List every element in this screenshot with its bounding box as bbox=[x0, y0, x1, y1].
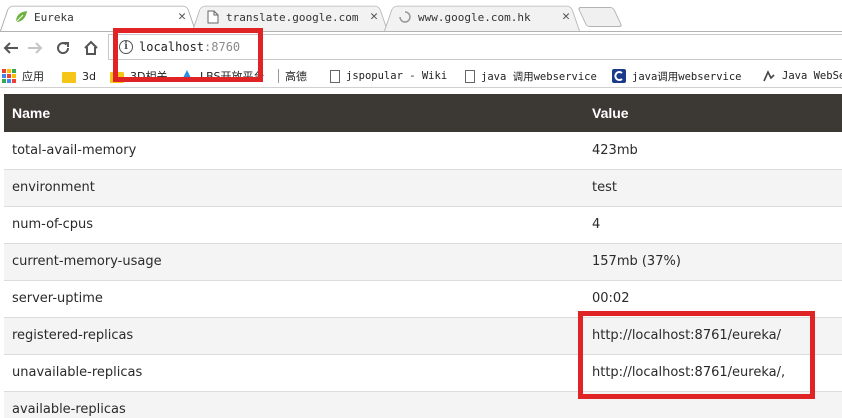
page-icon bbox=[206, 10, 220, 24]
bookmark-jspopular[interactable]: jspopular - Wiki bbox=[330, 67, 447, 85]
bookmark-gaode[interactable]: 高德 bbox=[285, 67, 307, 85]
table-row: total-avail-memory 423mb bbox=[4, 132, 842, 170]
page-icon bbox=[330, 69, 340, 83]
bookmark-java-webservice[interactable]: java 调用webservice bbox=[465, 67, 597, 85]
table-row: registered-replicas http://localhost:876… bbox=[4, 317, 842, 355]
tab-label: Eureka bbox=[34, 10, 74, 24]
tab-label: translate.google.com bbox=[226, 10, 359, 24]
tab-translate[interactable]: translate.google.com ✕ bbox=[192, 3, 388, 31]
row-name: unavailable-replicas bbox=[4, 354, 584, 392]
bookmark-java-webservice-2[interactable]: java调用webservice bbox=[612, 67, 742, 85]
row-value: 157mb (37%) bbox=[584, 243, 842, 281]
table-row: unavailable-replicas http://localhost:87… bbox=[4, 354, 842, 392]
reload-icon[interactable] bbox=[52, 37, 74, 59]
lbs-logo-icon bbox=[180, 69, 194, 83]
address-url[interactable]: localhost:8760 bbox=[139, 40, 240, 54]
bookmark-lbs[interactable]: LBS开放平台 bbox=[180, 67, 264, 85]
forward-arrow-icon[interactable] bbox=[24, 37, 46, 59]
row-value: 00:02 bbox=[584, 280, 842, 318]
row-name: server-uptime bbox=[4, 280, 584, 318]
row-name: num-of-cpus bbox=[4, 206, 584, 244]
browser-toolbar: i localhost:8760 bbox=[0, 32, 842, 63]
row-name: environment bbox=[4, 169, 584, 207]
bookmark-logo-icon bbox=[762, 69, 776, 83]
row-value: 4 bbox=[584, 206, 842, 244]
row-name: available-replicas bbox=[4, 391, 584, 418]
row-name: registered-replicas bbox=[4, 317, 584, 355]
loading-spinner-icon bbox=[398, 10, 412, 24]
address-bar[interactable]: i localhost:8760 bbox=[108, 34, 842, 60]
row-value bbox=[584, 391, 842, 418]
table-row: available-replicas bbox=[4, 391, 842, 418]
general-info-table: Name Value total-avail-memory 423mb envi… bbox=[4, 94, 842, 418]
bookmark-folder-3d-related[interactable]: 3D相关 bbox=[110, 67, 167, 85]
table-row: environment test bbox=[4, 169, 842, 207]
page-icon bbox=[465, 69, 475, 83]
blog-logo-icon bbox=[612, 69, 626, 83]
tab-google[interactable]: www.google.com.hk ✕ bbox=[384, 3, 580, 31]
row-name: total-avail-memory bbox=[4, 132, 584, 170]
close-tab-icon[interactable]: ✕ bbox=[178, 10, 186, 24]
back-arrow-icon[interactable] bbox=[0, 37, 22, 59]
bookmark-java-webse[interactable]: Java WebSe bbox=[762, 67, 842, 85]
folder-icon bbox=[62, 71, 76, 83]
table-row: current-memory-usage 157mb (37%) bbox=[4, 243, 842, 281]
table-header-row: Name Value bbox=[4, 94, 842, 132]
table-row: server-uptime 00:02 bbox=[4, 280, 842, 318]
spring-leaf-icon bbox=[14, 10, 28, 24]
tab-strip: Eureka ✕ translate.google.com ✕ www.goog… bbox=[0, 0, 842, 32]
row-value: http://localhost:8761/eureka/, bbox=[584, 354, 842, 392]
close-tab-icon[interactable]: ✕ bbox=[370, 10, 378, 24]
tab-label: www.google.com.hk bbox=[418, 10, 531, 24]
bookmark-folder-3d[interactable]: 3d bbox=[62, 67, 96, 85]
row-value: 423mb bbox=[584, 132, 842, 170]
row-value: http://localhost:8761/eureka/ bbox=[584, 317, 842, 355]
home-icon[interactable] bbox=[80, 37, 102, 59]
close-tab-icon[interactable]: ✕ bbox=[562, 10, 570, 24]
tab-eureka[interactable]: Eureka ✕ bbox=[0, 3, 196, 31]
info-icon[interactable]: i bbox=[119, 40, 133, 54]
row-name: current-memory-usage bbox=[4, 243, 584, 281]
folder-icon bbox=[110, 71, 124, 83]
row-value: test bbox=[584, 169, 842, 207]
name-column-header: Name bbox=[4, 94, 584, 132]
value-column-header: Value bbox=[584, 94, 842, 132]
bookmark-apps[interactable]: 应用 bbox=[2, 67, 44, 85]
bookmarks-bar: 应用 3d 3D相关 LBS开放平台 高德 jspopular - Wiki j… bbox=[0, 63, 842, 88]
apps-grid-icon bbox=[2, 69, 16, 83]
table-row: num-of-cpus 4 bbox=[4, 206, 842, 244]
new-tab-button[interactable] bbox=[577, 7, 623, 27]
